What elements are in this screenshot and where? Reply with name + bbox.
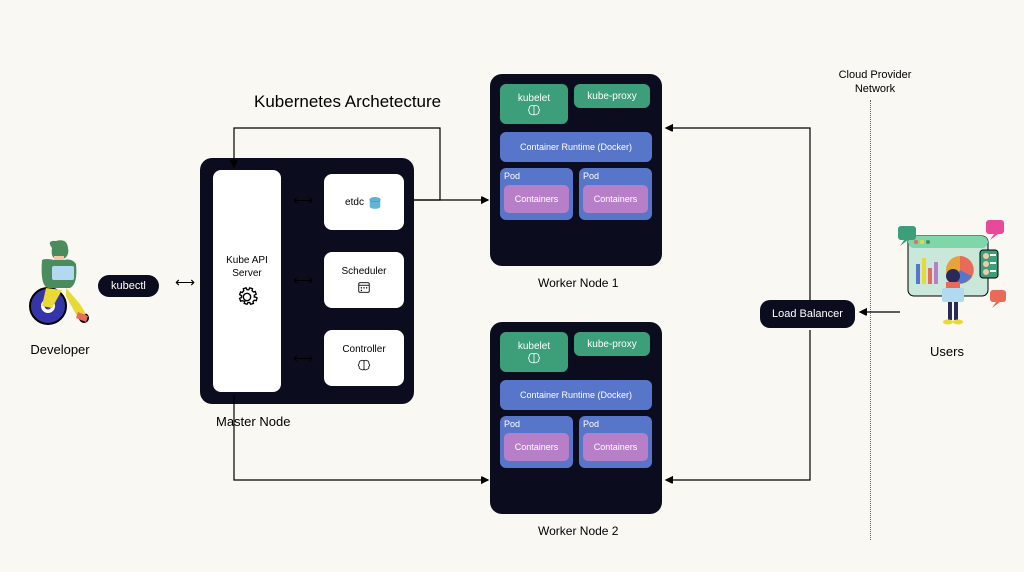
- biarrow-icon: ⟷: [175, 274, 194, 291]
- containers-box: Containers: [583, 185, 648, 213]
- kubelet-box: kubelet: [500, 332, 568, 372]
- kube-proxy-box: kube-proxy: [574, 332, 650, 356]
- users-label: Users: [930, 344, 964, 359]
- worker-node-2: kubelet kube-proxy Container Runtime (Do…: [490, 322, 662, 514]
- worker-1-label: Worker Node 1: [538, 276, 618, 290]
- controller-label: Controller: [342, 344, 385, 355]
- users-illustration: [898, 218, 1008, 328]
- scheduler-box: Scheduler: [324, 252, 404, 308]
- etcd-box: etdc: [324, 174, 404, 230]
- diagram-title: Kubernetes Archetecture: [254, 92, 441, 112]
- gear-icon: [236, 286, 258, 308]
- kubelet-box: kubelet: [500, 84, 568, 124]
- pod-box: Pod Containers: [579, 416, 652, 468]
- containers-box: Containers: [504, 185, 569, 213]
- brain-icon: [356, 358, 372, 372]
- worker-node-1: kubelet kube-proxy Container Runtime (Do…: [490, 74, 662, 266]
- kube-proxy-box: kube-proxy: [574, 84, 650, 108]
- load-balancer-box: Load Balancer: [760, 300, 855, 328]
- controller-box: Controller: [324, 330, 404, 386]
- pod-box: Pod Containers: [579, 168, 652, 220]
- biarrow-icon: ⟷: [293, 350, 312, 367]
- worker-2-label: Worker Node 2: [538, 524, 618, 538]
- developer-label: Developer: [20, 342, 100, 357]
- pod-box: Pod Containers: [500, 168, 573, 220]
- container-runtime-box: Container Runtime (Docker): [500, 380, 652, 410]
- master-node-label: Master Node: [216, 414, 290, 429]
- kubectl-pill: kubectl: [98, 275, 159, 297]
- pod-box: Pod Containers: [500, 416, 573, 468]
- api-server-label: Kube API Server: [213, 254, 281, 280]
- biarrow-icon: ⟷: [293, 272, 312, 289]
- brain-icon: [527, 104, 541, 116]
- database-icon: [367, 197, 383, 211]
- cloud-network-label: Cloud Provider Network: [820, 68, 930, 97]
- containers-box: Containers: [504, 433, 569, 461]
- scheduler-label: Scheduler: [341, 266, 386, 277]
- developer-illustration: [22, 236, 100, 326]
- container-runtime-box: Container Runtime (Docker): [500, 132, 652, 162]
- brain-icon: [527, 352, 541, 364]
- calendar-icon: [356, 280, 372, 294]
- cloud-network-line: [870, 100, 871, 540]
- etcd-label: etdc: [345, 197, 364, 208]
- containers-box: Containers: [583, 433, 648, 461]
- biarrow-icon: ⟷: [293, 192, 312, 209]
- api-server-box: Kube API Server: [213, 170, 281, 392]
